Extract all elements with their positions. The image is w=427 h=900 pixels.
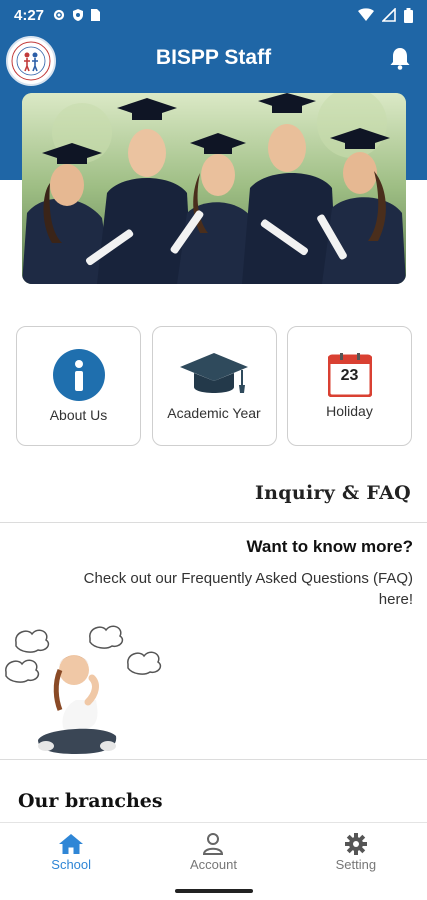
faq-description[interactable]: Check out our Frequently Asked Questions… — [73, 568, 413, 610]
wifi-icon — [358, 8, 374, 21]
calendar-day: 23 — [340, 367, 359, 384]
graduates-banner — [22, 93, 406, 284]
branches-heading: Our branches — [18, 790, 163, 812]
graduation-cap-icon — [180, 353, 248, 393]
nav-setting[interactable]: Setting — [285, 823, 427, 882]
bell-icon[interactable] — [389, 46, 411, 75]
settings-status-icon — [53, 9, 65, 21]
battery-icon — [404, 7, 413, 23]
signal-icon — [382, 8, 396, 22]
home-gesture-bar[interactable] — [175, 889, 253, 893]
academic-year-label: Academic Year — [167, 405, 261, 421]
gear-icon — [344, 833, 367, 855]
nav-setting-label: Setting — [335, 857, 377, 872]
holiday-tile[interactable]: 23 Holiday — [287, 326, 412, 446]
sim-card-icon — [91, 9, 101, 21]
menu-tiles: About Us Academic Year 23 Holiday — [16, 326, 412, 446]
nav-account[interactable]: Account — [142, 823, 284, 882]
user-icon — [203, 833, 224, 855]
nav-account-label: Account — [190, 857, 237, 872]
nav-school-label: School — [51, 857, 92, 872]
inquiry-faq-heading: Inquiry & FAQ — [254, 482, 411, 504]
gesture-area — [0, 882, 427, 900]
about-us-label: About Us — [49, 407, 108, 423]
status-bar: 4:27 — [0, 0, 427, 30]
nav-school[interactable]: School — [0, 823, 142, 882]
app-title: BISPP Staff — [155, 46, 272, 69]
bottom-navigation: School Account Setting — [0, 822, 427, 882]
calendar-icon: 23 — [327, 353, 372, 397]
divider — [0, 759, 427, 760]
status-time: 4:27 — [14, 6, 45, 24]
academic-year-tile[interactable]: Academic Year — [151, 326, 277, 446]
thinking-girl-illustration — [4, 624, 164, 760]
home-icon — [59, 834, 84, 854]
holiday-label: Holiday — [326, 403, 373, 419]
shield-status-icon — [73, 9, 84, 21]
info-icon — [52, 349, 105, 401]
divider — [0, 522, 427, 523]
faq-question[interactable]: Want to know more? — [246, 537, 413, 557]
about-us-tile[interactable]: About Us — [16, 326, 141, 446]
